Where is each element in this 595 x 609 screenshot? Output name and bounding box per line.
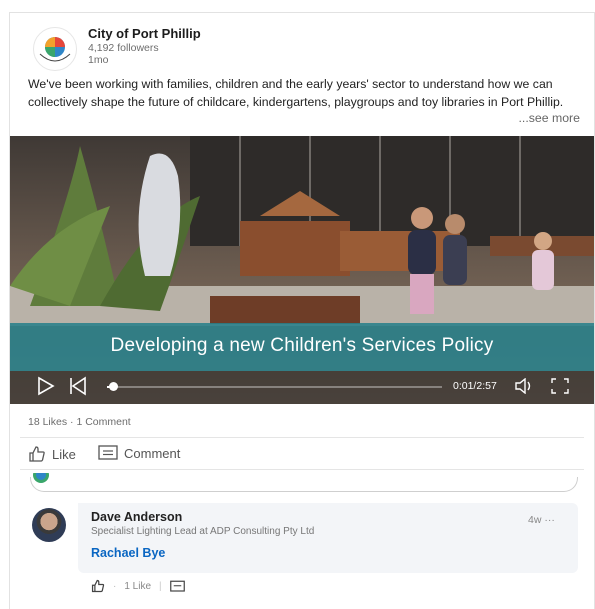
comment-button[interactable]: Comment: [98, 445, 180, 461]
comment-icon: [98, 445, 118, 460]
reply-icon[interactable]: [169, 580, 185, 593]
post-text: We've been working with families, childr…: [28, 77, 564, 109]
separator: |: [159, 580, 162, 592]
video-caption: Developing a new Children's Services Pol…: [110, 335, 494, 356]
like-button[interactable]: Like: [28, 445, 76, 463]
video-time: 0:01/2:57: [453, 380, 497, 392]
comment-like-count[interactable]: 1 Like: [124, 581, 151, 592]
comment-label: Comment: [124, 445, 181, 461]
post-card: City of Port Phillip 4,192 followers 1mo…: [9, 12, 595, 609]
follower-count: 4,192 followers: [88, 42, 159, 54]
progress-handle[interactable]: [109, 382, 118, 391]
fullscreen-icon[interactable]: [551, 378, 569, 399]
comment-author[interactable]: Dave Anderson: [91, 510, 182, 524]
comment-actions: · 1 Like |: [91, 579, 185, 593]
volume-icon[interactable]: [514, 377, 534, 399]
thumbs-up-icon[interactable]: [91, 579, 105, 593]
comment-input[interactable]: [30, 477, 578, 492]
previous-icon[interactable]: [68, 376, 88, 401]
dot-separator: ·: [113, 580, 117, 592]
avatar[interactable]: [32, 508, 66, 542]
see-more-link[interactable]: ...see more: [514, 111, 580, 125]
comment-author-headline: Specialist Lighting Lead at ADP Consulti…: [91, 526, 315, 537]
divider: [20, 469, 584, 470]
post-time: 1mo: [88, 54, 109, 66]
like-label: Like: [52, 446, 76, 462]
video-player[interactable]: Developing a new Children's Services Pol…: [10, 136, 594, 404]
play-icon[interactable]: [36, 376, 56, 401]
org-name[interactable]: City of Port Phillip: [88, 26, 201, 41]
thumbs-up-icon: [29, 446, 45, 462]
progress-track[interactable]: [107, 386, 442, 388]
comment-age-menu[interactable]: 4w ···: [528, 514, 555, 526]
divider: [20, 437, 584, 438]
org-logo[interactable]: [33, 27, 77, 71]
social-counts[interactable]: 18 Likes · 1 Comment: [28, 416, 131, 428]
comment-mention[interactable]: Rachael Bye: [91, 546, 165, 560]
